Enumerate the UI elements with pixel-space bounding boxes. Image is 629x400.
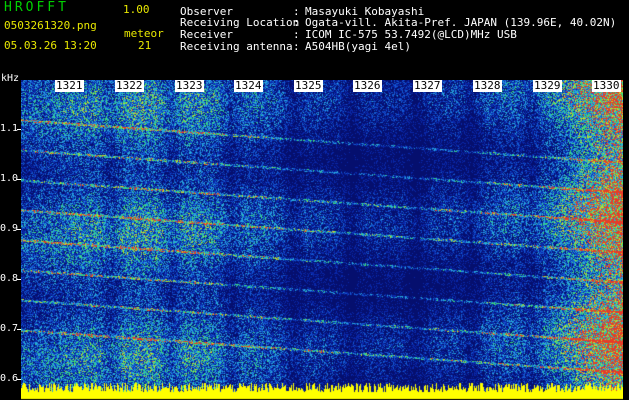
- file-name: 0503261320.png: [4, 19, 97, 32]
- minute-marker: 1327: [413, 79, 442, 92]
- y-tick-label: 0.7: [0, 323, 19, 334]
- minute-marker: 1322: [115, 79, 144, 92]
- meteor-count: 21: [138, 39, 152, 52]
- info-key-antenna: Receiving antenna: [180, 40, 293, 53]
- minute-marker: 1323: [175, 79, 204, 92]
- y-tick-label: 0.8: [0, 273, 19, 284]
- axis-unit: kHz: [1, 73, 20, 84]
- y-tick-label: 0.9: [0, 223, 19, 234]
- spectrogram: [21, 80, 623, 400]
- y-tick-label: 1.1: [0, 123, 19, 134]
- info-sep: :: [293, 40, 300, 53]
- minute-marker: 1326: [353, 79, 382, 92]
- info-value-antenna: A504HB(yagi 4el): [305, 40, 411, 53]
- app-version: 1.00: [123, 3, 150, 16]
- capture-datetime: 05.03.26 13:20: [4, 39, 97, 52]
- minute-marker: 1321: [55, 79, 84, 92]
- minute-marker: 1328: [473, 79, 502, 92]
- y-tick-label: 1.0: [0, 173, 19, 184]
- app-title: HROFFT: [4, 0, 69, 15]
- minute-marker: 1329: [533, 79, 562, 92]
- minute-marker: 1330: [592, 79, 621, 92]
- minute-marker: 1325: [294, 79, 323, 92]
- y-tick-label: 0.6: [0, 373, 19, 384]
- minute-marker: 1324: [234, 79, 263, 92]
